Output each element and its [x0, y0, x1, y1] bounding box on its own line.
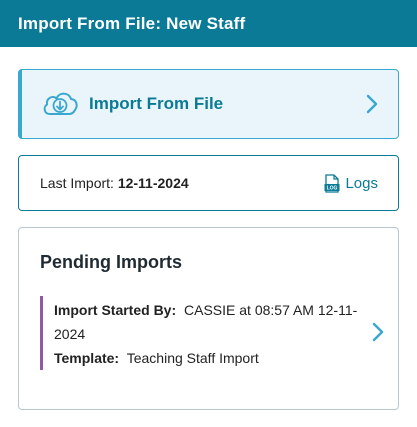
chevron-right-icon: [366, 94, 378, 114]
log-icon-text: LOG: [327, 185, 338, 191]
page-title: Import From File: New Staff: [18, 13, 246, 33]
template-label: Template:: [54, 350, 120, 366]
cloud-download-icon: [41, 89, 79, 119]
chevron-right-icon: [372, 322, 384, 342]
last-import-text: Last Import: 12-11-2024: [40, 175, 324, 191]
pending-imports-card: Pending Imports Import Started By: CASSI…: [18, 227, 399, 410]
template-row: Template: Teaching Staff Import: [54, 346, 380, 370]
import-from-file-button[interactable]: Import From File: [18, 69, 399, 139]
import-started-by-row: Import Started By: CASSIE at 08:57 AM 12…: [54, 298, 362, 346]
last-import-card: Last Import: 12-11-2024 LOG Logs: [18, 155, 399, 211]
logs-label: Logs: [345, 174, 378, 192]
last-import-date: 12-11-2024: [117, 175, 189, 191]
pending-import-item[interactable]: Import Started By: CASSIE at 08:57 AM 12…: [40, 296, 384, 370]
log-file-icon: LOG: [324, 173, 340, 193]
import-started-by-label: Import Started By:: [54, 302, 177, 318]
page-header: Import From File: New Staff: [0, 0, 417, 47]
logs-link[interactable]: LOG Logs: [324, 173, 378, 193]
template-value: Teaching Staff Import: [126, 350, 259, 366]
last-import-label: Last Import:: [40, 175, 114, 191]
import-from-file-label: Import From File: [89, 94, 224, 113]
pending-imports-title: Pending Imports: [40, 252, 183, 272]
